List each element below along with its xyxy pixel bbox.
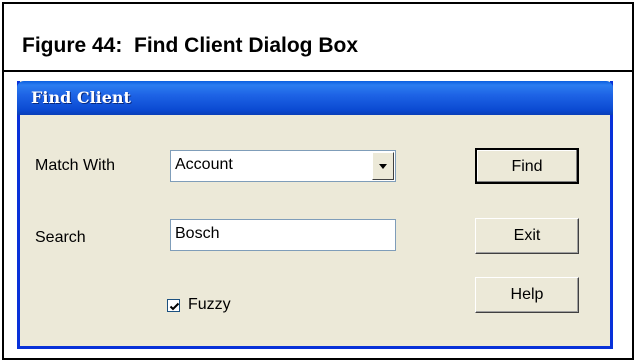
search-input-value: Bosch (175, 225, 220, 242)
figure-caption-row: Figure 44: Find Client Dialog Box (4, 4, 632, 72)
fuzzy-label: Fuzzy (188, 296, 231, 313)
match-with-label: Match With (35, 157, 116, 174)
match-with-value: Account (175, 156, 233, 173)
exit-button[interactable]: Exit (475, 218, 579, 254)
find-button[interactable]: Find (475, 148, 579, 184)
help-button[interactable]: Help (475, 277, 579, 313)
figure-caption: Figure 44: Find Client Dialog Box (22, 34, 359, 57)
find-client-dialog: Find Client Match With Account Search Bo… (17, 81, 613, 349)
match-with-dropdown[interactable]: Account (170, 150, 396, 182)
checkmark-icon (169, 302, 180, 311)
fuzzy-checkbox[interactable] (167, 299, 180, 312)
search-input[interactable]: Bosch (170, 219, 396, 251)
dialog-title: Find Client (31, 88, 131, 107)
dialog-titlebar[interactable]: Find Client (17, 81, 613, 115)
dropdown-arrow-icon[interactable] (372, 152, 394, 180)
search-label: Search (35, 229, 86, 246)
